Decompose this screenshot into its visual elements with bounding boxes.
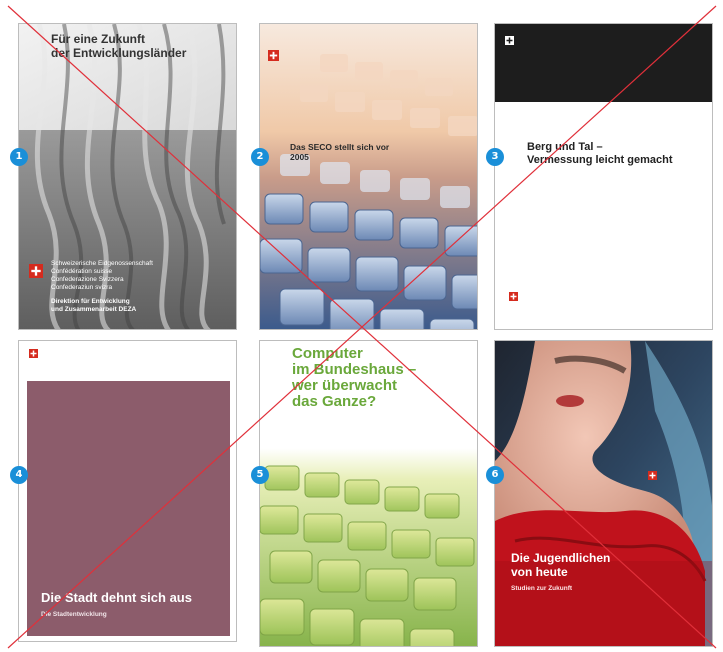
- cover-6-subtitle: Studien zur Zukunft: [511, 585, 573, 592]
- cover-1[interactable]: Für eine Zukunft der Entwicklungsländer …: [18, 23, 237, 330]
- cover-1-org: Schweizerische Eidgenossenschaft Confédé…: [51, 260, 153, 291]
- cover-2[interactable]: Das SECO stellt sich vor 2005: [259, 23, 478, 330]
- swiss-cross-icon: [509, 292, 518, 301]
- swiss-cross-icon: [29, 349, 38, 358]
- cover-6[interactable]: Die Jugendlichen von heute Studien zur Z…: [494, 340, 713, 647]
- cover-2-title: Das SECO stellt sich vor 2005: [290, 142, 390, 162]
- cover-5[interactable]: Computer im Bundeshaus – wer überwacht d…: [259, 340, 478, 647]
- cover-3-title: Berg und Tal – Vermessung leicht gemacht: [527, 141, 673, 166]
- badge-1: 1: [10, 148, 28, 166]
- black-header-band: [495, 24, 712, 102]
- swiss-cross-icon: [268, 50, 279, 61]
- badge-5: 5: [251, 466, 269, 484]
- badge-2: 2: [251, 148, 269, 166]
- badge-3: 3: [486, 148, 504, 166]
- cover-4[interactable]: Die Stadt dehnt sich aus Die Stadtentwic…: [18, 340, 237, 642]
- cover-6-title: Die Jugendlichen von heute: [511, 551, 611, 579]
- swiss-cross-icon: [648, 471, 657, 480]
- swiss-cross-icon: [29, 264, 43, 278]
- cover-3[interactable]: Berg und Tal – Vermessung leicht gemacht: [494, 23, 713, 330]
- badge-6: 6: [486, 466, 504, 484]
- cover-4-title: Die Stadt dehnt sich aus: [41, 590, 192, 605]
- portrait-photo: [495, 341, 712, 646]
- badge-4: 4: [10, 466, 28, 484]
- cover-1-title: Für eine Zukunft der Entwicklungsländer: [51, 32, 187, 60]
- keyboard-photo: [260, 24, 477, 329]
- swiss-cross-icon: [505, 36, 514, 45]
- cover-1-dept: Direktion für Entwicklung und Zusammenar…: [51, 298, 137, 313]
- cover-5-title: Computer im Bundeshaus – wer überwacht d…: [292, 345, 417, 410]
- cover-4-subtitle: Die Stadtentwicklung: [41, 611, 107, 618]
